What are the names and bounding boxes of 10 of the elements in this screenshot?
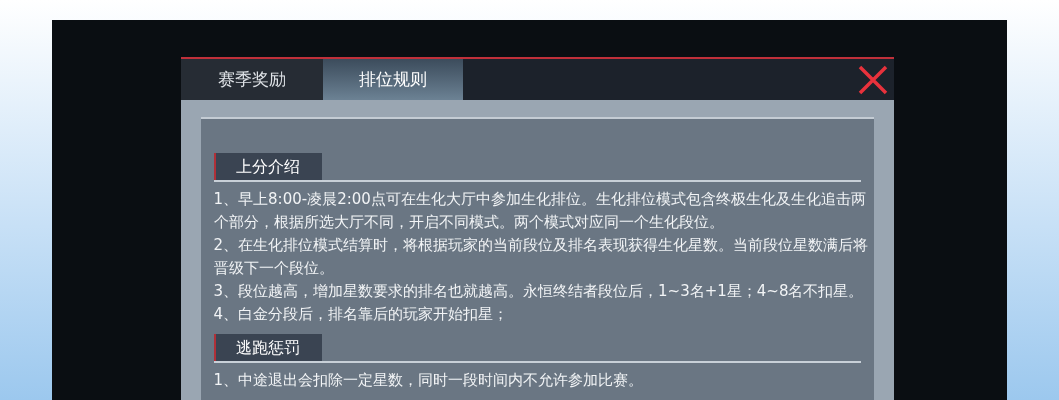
tab[interactable]: 排位规则 <box>322 59 463 100</box>
rule-text: 1、早上8:00-凌晨2:00点可在生化大厅中参加生化排位。生化排位模式包含终极生化及生化追击两个部分，根据所选大厅不同，开启不同模式。两个模式对应同一个生化段位。 <box>213 189 867 233</box>
rule-text: 3、段位越高，增加星数要求的排名也就越高。永恒终结者段位后，1~3名+1星；4~8名不扣星。 <box>213 281 865 302</box>
rule-text: 4、白金分段后，排名靠后的玩家开始扣星； <box>213 304 510 325</box>
tab[interactable]: 赛季奖励 <box>180 59 323 100</box>
rule-text: 2、在生化排位模式结算时，将根据玩家的当前段位及排名表现获得生化星数。当前段位星数满后将晋级下一个段位。 <box>213 235 870 279</box>
close-icon[interactable] <box>856 63 889 96</box>
section-heading: 上分介绍 <box>213 153 322 180</box>
section-heading: 逃跑惩罚 <box>213 334 322 361</box>
rule-text: 1、中途退出会扣除一定星数，同时一段时间内不允许参加比赛。 <box>213 370 645 391</box>
